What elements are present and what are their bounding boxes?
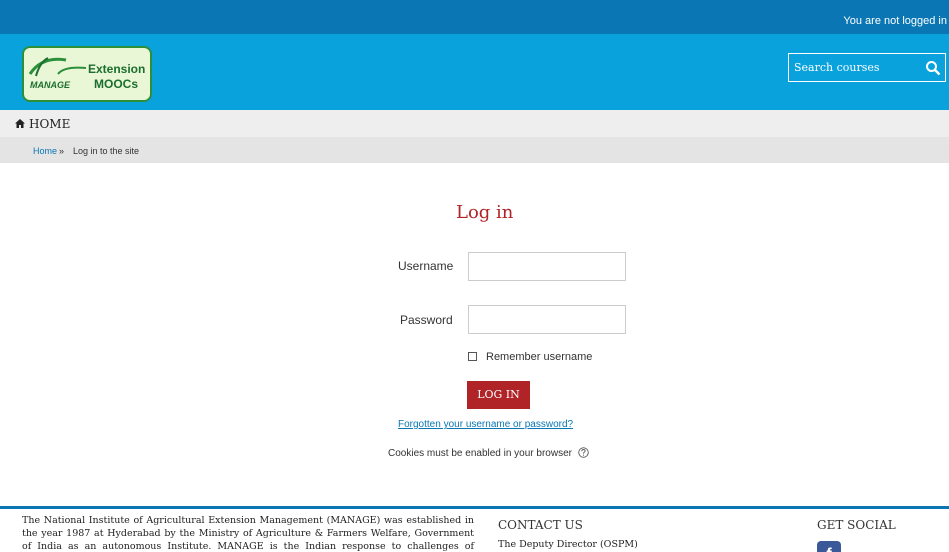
breadcrumb-current: Log in to the site bbox=[73, 146, 140, 156]
breadcrumb-separator: » bbox=[59, 146, 65, 156]
footer-about-text: The National Institute of Agricultural E… bbox=[22, 515, 474, 552]
breadcrumb: Home » Log in to the site bbox=[0, 137, 949, 163]
main-nav: HOME bbox=[0, 110, 949, 137]
site-logo[interactable]: MANAGE Extension MOOCs bbox=[22, 46, 152, 102]
help-icon[interactable] bbox=[578, 447, 589, 458]
logo-line1: Extension bbox=[88, 62, 146, 76]
forgot-password-link[interactable]: Forgotten your username or password? bbox=[398, 419, 573, 430]
username-field[interactable] bbox=[468, 252, 626, 281]
search-icon[interactable] bbox=[925, 60, 941, 76]
breadcrumb-home-link[interactable]: Home bbox=[33, 146, 57, 156]
footer-contact-heading: CONTACT US bbox=[498, 518, 583, 532]
home-icon bbox=[15, 119, 25, 128]
site-footer: The National Institute of Agricultural E… bbox=[0, 506, 949, 552]
login-button[interactable]: LOG IN bbox=[467, 381, 530, 409]
search-box bbox=[788, 53, 946, 82]
search-input[interactable] bbox=[789, 54, 919, 81]
cookies-notice-text: Cookies must be enabled in your browser bbox=[388, 448, 572, 459]
facebook-icon[interactable]: f bbox=[817, 541, 841, 552]
logo-line2: MOOCs bbox=[94, 77, 139, 91]
nav-home-link[interactable]: HOME bbox=[29, 117, 70, 131]
login-status: You are not logged in bbox=[843, 15, 947, 27]
remember-username-label[interactable]: Remember username bbox=[486, 351, 592, 363]
top-bar: You are not logged in bbox=[0, 0, 949, 34]
password-field[interactable] bbox=[468, 305, 626, 334]
page-title: Log in bbox=[456, 202, 514, 223]
remember-username-checkbox[interactable] bbox=[468, 352, 477, 361]
site-header: MANAGE Extension MOOCs bbox=[0, 34, 949, 110]
cookies-notice: Cookies must be enabled in your browser bbox=[388, 447, 589, 459]
password-label: Password bbox=[400, 313, 453, 327]
logo-wordmark: MANAGE bbox=[30, 80, 70, 90]
username-label: Username bbox=[398, 259, 454, 273]
footer-contact-line: The Deputy Director (OSPM) bbox=[498, 539, 638, 550]
footer-social-heading: GET SOCIAL bbox=[817, 518, 896, 532]
